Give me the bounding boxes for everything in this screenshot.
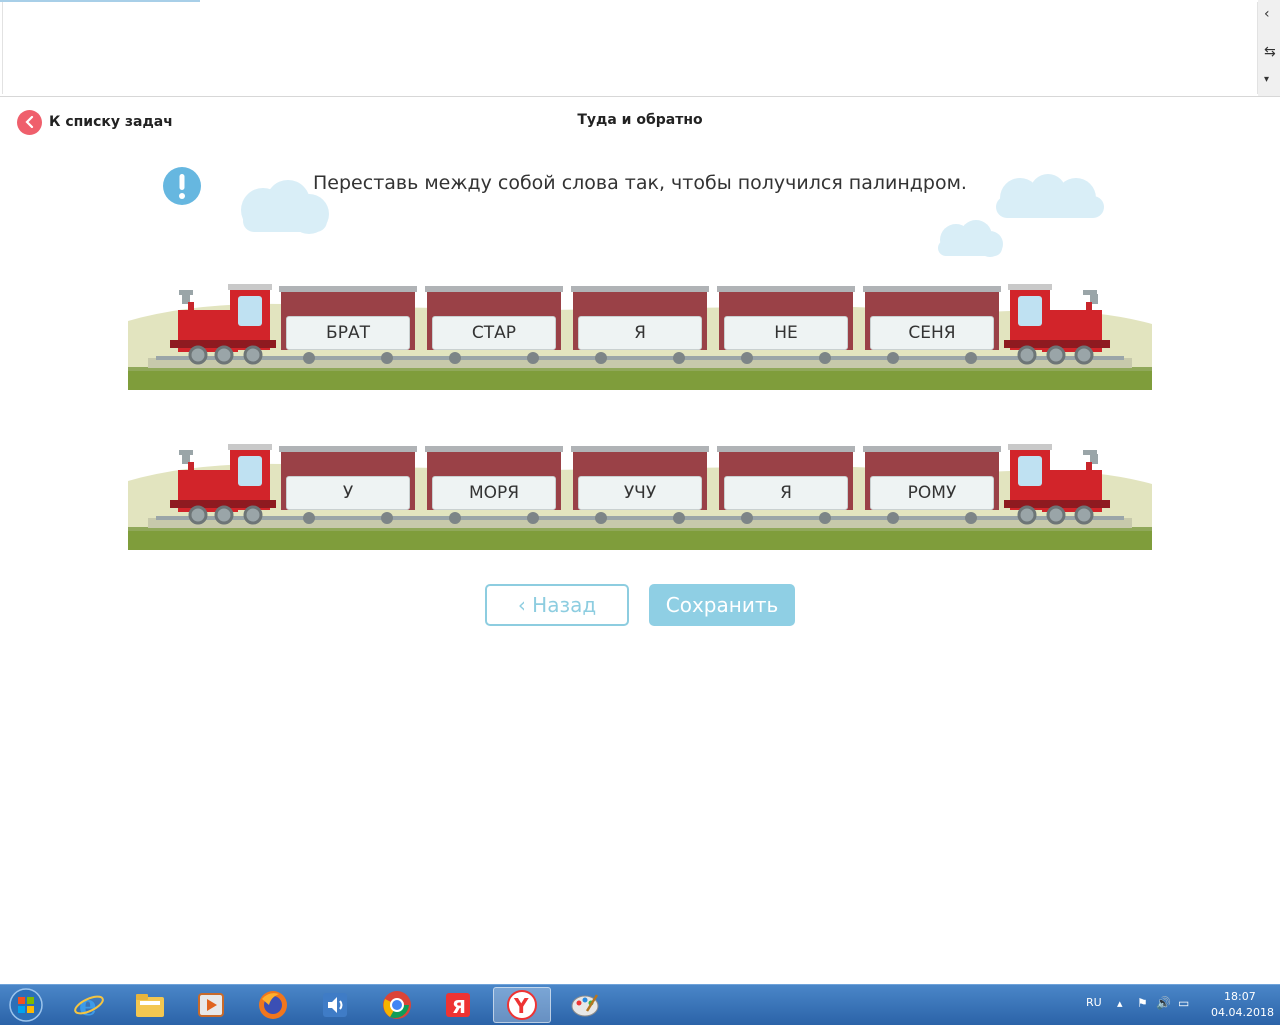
svg-text:e: e (79, 989, 97, 1021)
clock-date[interactable]: 04.04.2018 (1211, 1006, 1274, 1019)
taskbar-yandex-browser[interactable]: Y (493, 987, 551, 1023)
show-hidden-icons-icon[interactable]: ▴ (1117, 997, 1123, 1010)
windows-taskbar: e Я Y RU ▴ ⚑ 🔊 ▭ 18:07 04.04.2018 (0, 984, 1280, 1025)
wagon-2: МОРЯ (425, 456, 563, 526)
wagon-5: СЕНЯ (863, 296, 1001, 366)
start-icon (9, 988, 43, 1022)
word-card[interactable]: РОМУ (870, 476, 994, 510)
volume-icon[interactable]: 🔊 (1156, 996, 1171, 1010)
save-button[interactable]: Сохранить (649, 584, 795, 626)
train-row-1: БРАТ СТАР Я НЕ СЕНЯ (128, 276, 1152, 404)
audio-icon (323, 993, 347, 1017)
wagon-2: СТАР (425, 296, 563, 366)
wagon-3: Я (571, 296, 709, 366)
action-center-flag-icon[interactable]: ⚑ (1137, 996, 1148, 1010)
media-player-icon (198, 993, 224, 1017)
wagon-4: НЕ (717, 296, 855, 366)
back-button[interactable]: ‹ Назад (485, 584, 629, 626)
paint-icon (571, 994, 599, 1017)
taskbar-media-player[interactable] (182, 987, 240, 1023)
browser-top-area: ‹ ⇆ ▾ (0, 0, 1280, 97)
taskbar-audio[interactable] (306, 987, 364, 1023)
language-indicator[interactable]: RU (1086, 996, 1102, 1009)
yandex-browser-icon: Y (507, 990, 537, 1020)
word-card[interactable]: БРАТ (286, 316, 410, 350)
svg-text:Y: Y (513, 994, 529, 1018)
firefox-icon (259, 991, 287, 1019)
taskbar-yandex[interactable]: Я (429, 987, 487, 1023)
word-card[interactable]: У (286, 476, 410, 510)
taskbar-paint[interactable] (556, 987, 614, 1023)
locomotive-right (1004, 284, 1110, 365)
taskbar-file-explorer[interactable] (121, 987, 179, 1023)
wagon-1: У (279, 456, 417, 526)
wagon-4: Я (717, 456, 855, 526)
system-tray: RU ▴ ⚑ 🔊 ▭ 18:07 04.04.2018 (1060, 985, 1280, 1025)
word-card[interactable]: Я (724, 476, 848, 510)
taskbar-firefox[interactable] (244, 987, 302, 1023)
wagon-1: БРАТ (279, 296, 417, 366)
train-row-2: У МОРЯ УЧУ Я РОМУ (128, 436, 1152, 564)
taskbar-chrome[interactable] (368, 987, 426, 1023)
side-panel-controls: ‹ ⇆ ▾ (1258, 0, 1280, 96)
chrome-icon (383, 991, 411, 1019)
locomotive-right (1004, 444, 1110, 525)
word-card[interactable]: СТАР (432, 316, 556, 350)
task-instruction: Переставь между собой слова так, чтобы п… (313, 172, 967, 194)
word-card[interactable]: МОРЯ (432, 476, 556, 510)
file-explorer-icon (136, 994, 164, 1017)
panel-toggle-icon[interactable]: ⇆ (1264, 44, 1276, 60)
word-card[interactable]: СЕНЯ (870, 316, 994, 350)
wagon-3: УЧУ (571, 456, 709, 526)
yandex-icon: Я (446, 993, 470, 1018)
internet-explorer-icon: e (74, 989, 104, 1021)
wagon-5: РОМУ (863, 456, 1001, 526)
word-card[interactable]: Я (578, 316, 702, 350)
locomotive-left (170, 444, 276, 525)
locomotive-left (170, 284, 276, 365)
network-icon[interactable]: ▭ (1178, 996, 1189, 1010)
word-card[interactable]: НЕ (724, 316, 848, 350)
start-button[interactable] (0, 987, 52, 1023)
word-card[interactable]: УЧУ (578, 476, 702, 510)
address-area (2, 2, 1258, 94)
chevron-down-icon[interactable]: ▾ (1264, 74, 1269, 85)
cloud-decoration (938, 220, 1003, 257)
chevron-left-icon[interactable]: ‹ (1264, 6, 1270, 22)
page-title: Туда и обратно (577, 112, 703, 128)
clock-time[interactable]: 18:07 (1224, 990, 1256, 1003)
svg-text:Я: Я (452, 997, 466, 1018)
taskbar-internet-explorer[interactable]: e (60, 987, 118, 1023)
